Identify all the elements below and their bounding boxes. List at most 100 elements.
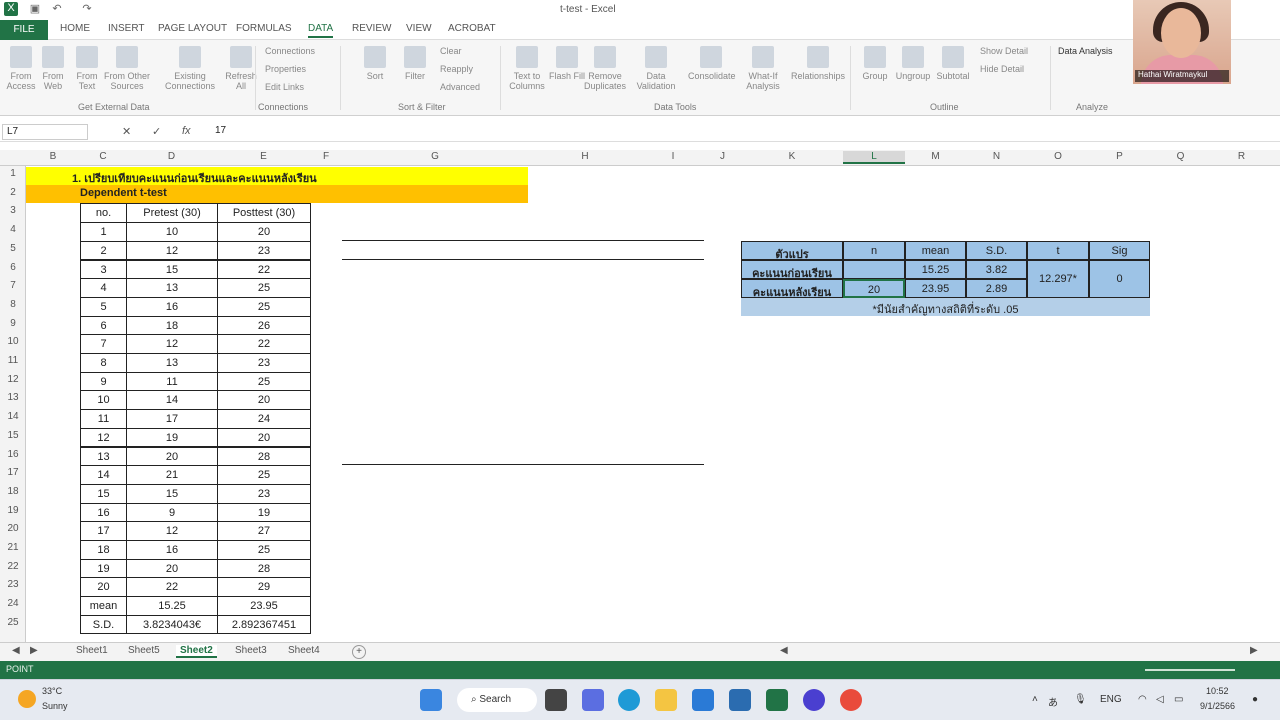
consolidate-button[interactable]: Consolidate	[688, 46, 736, 81]
table-cell[interactable]: 11	[80, 409, 127, 429]
t-value-cell[interactable]: 12.297*	[1027, 260, 1089, 298]
table-cell[interactable]: 18	[80, 540, 127, 560]
formula-input[interactable]: 17	[215, 125, 226, 136]
existing-connections-button[interactable]: Existing Connections	[162, 46, 218, 91]
chrome-icon[interactable]	[840, 689, 862, 711]
scroll-left-icon[interactable]: ◀	[780, 645, 788, 656]
row-header[interactable]: 22	[0, 561, 26, 572]
table-cell[interactable]: 25	[217, 278, 311, 298]
column-header[interactable]: O	[1027, 151, 1089, 162]
table-cell[interactable]: 22	[217, 334, 311, 354]
wifi-icon[interactable]: ◠	[1138, 694, 1147, 705]
table-cell[interactable]: 20	[126, 446, 218, 467]
sheet-tab[interactable]: Sheet4	[288, 645, 320, 656]
table-cell[interactable]: 13	[80, 446, 127, 467]
tab-file[interactable]: FILE	[0, 20, 48, 40]
table-cell[interactable]: 28	[217, 558, 311, 579]
search-box[interactable]: ⌕ Search	[457, 688, 537, 712]
subtotal-button[interactable]: Subtotal	[932, 46, 974, 81]
table-cell[interactable]: 13	[126, 353, 218, 373]
weather-icon[interactable]	[18, 690, 36, 708]
stats-cell[interactable]: คะแนนก่อนเรียน	[741, 260, 843, 280]
table-cell[interactable]: 19	[126, 427, 218, 448]
remove-duplicates-button[interactable]: Remove Duplicates	[582, 46, 628, 91]
add-sheet-icon[interactable]: +	[352, 645, 366, 659]
tab-acrobat[interactable]: ACROBAT	[448, 23, 496, 34]
tab-page-layout[interactable]: PAGE LAYOUT	[158, 23, 227, 34]
table-cell[interactable]: 12	[126, 240, 218, 261]
column-header[interactable]: R	[1211, 151, 1272, 162]
scroll-right-icon[interactable]: ▶	[1250, 645, 1258, 656]
language-indicator[interactable]: ENG	[1100, 694, 1122, 705]
table-cell[interactable]: 22	[126, 577, 218, 598]
column-header[interactable]: G	[342, 151, 528, 162]
table-cell[interactable]: 12	[80, 427, 127, 448]
clock-time[interactable]: 10:52	[1206, 686, 1229, 696]
row-header[interactable]: 24	[0, 598, 26, 609]
column-header[interactable]: J	[704, 151, 741, 162]
reapply-button[interactable]: Reapply	[440, 64, 473, 74]
row-header[interactable]: 1	[0, 168, 26, 179]
table-cell[interactable]: 12	[126, 521, 218, 541]
zoom-slider[interactable]	[1145, 669, 1235, 671]
stats-cell[interactable]: 15.25	[905, 260, 966, 279]
sd-cell[interactable]: 2.892367451	[217, 614, 311, 635]
sd-cell[interactable]: S.D.	[80, 614, 127, 635]
tray-chevron-icon[interactable]: ˄	[1032, 694, 1038, 705]
row-header[interactable]: 18	[0, 486, 26, 497]
column-header[interactable]: I	[642, 151, 704, 162]
volume-icon[interactable]: ◁	[1156, 694, 1164, 705]
stats-header[interactable]: S.D.	[966, 241, 1027, 260]
table-cell[interactable]: 19	[217, 502, 311, 523]
table-header[interactable]: no.	[80, 203, 127, 224]
table-cell[interactable]: 25	[217, 296, 311, 317]
column-header[interactable]: K	[741, 151, 843, 162]
row-header[interactable]: 25	[0, 617, 26, 628]
row-header[interactable]: 10	[0, 336, 26, 347]
table-cell[interactable]: 20	[217, 390, 311, 411]
advanced-button[interactable]: Advanced	[440, 82, 480, 92]
stats-cell[interactable]: 23.95	[905, 279, 966, 298]
table-cell[interactable]: 14	[126, 390, 218, 411]
column-header[interactable]: Q	[1150, 151, 1211, 162]
table-cell[interactable]: 16	[80, 502, 127, 523]
table-cell[interactable]: 1	[80, 222, 127, 242]
stats-cell[interactable]: 3.82	[966, 260, 1027, 279]
insert-function-icon[interactable]: fx	[182, 125, 191, 137]
mean-cell[interactable]: mean	[80, 596, 127, 616]
table-cell[interactable]: 25	[217, 465, 311, 485]
table-cell[interactable]: 17	[80, 521, 127, 541]
tab-review[interactable]: REVIEW	[352, 23, 391, 34]
table-cell[interactable]: 23	[217, 240, 311, 261]
from-text-button[interactable]: From Text	[68, 46, 106, 91]
table-cell[interactable]: 3	[80, 259, 127, 280]
table-cell[interactable]: 7	[80, 334, 127, 354]
what-if-analysis-button[interactable]: What-If Analysis	[740, 46, 786, 91]
name-box[interactable]: L7	[2, 124, 88, 140]
table-cell[interactable]: 25	[217, 540, 311, 560]
stats-cell[interactable]	[843, 260, 905, 279]
stats-cell[interactable]: 2.89	[966, 279, 1027, 298]
row-header[interactable]: 4	[0, 224, 26, 235]
clock-date[interactable]: 9/1/2566	[1200, 701, 1235, 711]
table-cell[interactable]: 20	[126, 558, 218, 579]
redo-icon[interactable]: ↷	[80, 2, 94, 16]
table-cell[interactable]: 14	[80, 465, 127, 485]
table-cell[interactable]: 27	[217, 521, 311, 541]
stats-header[interactable]: Sig	[1089, 241, 1150, 260]
tab-data[interactable]: DATA	[308, 23, 334, 38]
row-header[interactable]: 19	[0, 505, 26, 516]
table-cell[interactable]: 28	[217, 446, 311, 467]
stats-header[interactable]: mean	[905, 241, 966, 260]
table-cell[interactable]: 25	[217, 371, 311, 392]
row-header[interactable]: 21	[0, 542, 26, 553]
row-header[interactable]: 13	[0, 392, 26, 403]
row-header[interactable]: 12	[0, 374, 26, 385]
edit-links-button[interactable]: Edit Links	[265, 82, 304, 92]
mail-icon[interactable]	[692, 689, 714, 711]
row-header[interactable]: 3	[0, 205, 26, 216]
notification-icon[interactable]: ●	[1252, 694, 1258, 705]
data-validation-button[interactable]: Data Validation	[634, 46, 678, 91]
table-cell[interactable]: 15	[126, 259, 218, 280]
stats-cell[interactable]: คะแนนหลังเรียน	[741, 279, 843, 299]
